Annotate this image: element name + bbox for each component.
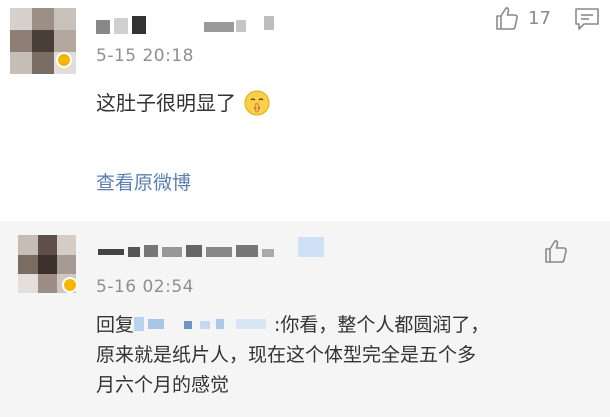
reply-line-2: 原来就是纸片人，现在这个体型完全是五个多 — [96, 344, 477, 366]
comment-item: 5-16 02:54 回复 :你看，整个人都圆润了， 原来就是纸片人，现在这个体… — [0, 221, 610, 417]
comment-item: 5-15 20:18 这肚子很明显了 查看原微博 17 — [0, 0, 610, 221]
reply-prefix: 回复 — [96, 314, 135, 336]
username[interactable] — [98, 235, 328, 261]
like-button[interactable] — [543, 238, 569, 264]
shush-face-emoji — [244, 90, 270, 116]
thumbs-up-icon — [545, 240, 567, 263]
comment-text-body: 这肚子很明显了 — [96, 91, 236, 115]
reply-line-3: 月六个月的感觉 — [96, 374, 230, 396]
comment-icon[interactable] — [574, 7, 600, 31]
comment-timestamp: 5-16 02:54 — [96, 277, 194, 297]
verified-badge-icon — [56, 52, 72, 68]
like-count: 17 — [528, 7, 551, 29]
like-button[interactable]: 17 — [494, 5, 551, 31]
comment-text: 这肚子很明显了 — [96, 88, 270, 118]
reply-line-1: :你看，整个人都圆润了， — [274, 314, 490, 336]
mentioned-username[interactable] — [134, 315, 274, 333]
username[interactable] — [96, 12, 296, 34]
comment-timestamp: 5-15 20:18 — [96, 46, 194, 66]
view-original-weibo-link[interactable]: 查看原微博 — [96, 168, 191, 195]
thumbs-up-icon — [496, 7, 518, 30]
verified-badge-icon — [62, 277, 78, 293]
reply-text: 回复 :你看，整个人都圆润了， 原来就是纸片人，现在这个体型完全是五个多 月六个… — [96, 310, 596, 400]
